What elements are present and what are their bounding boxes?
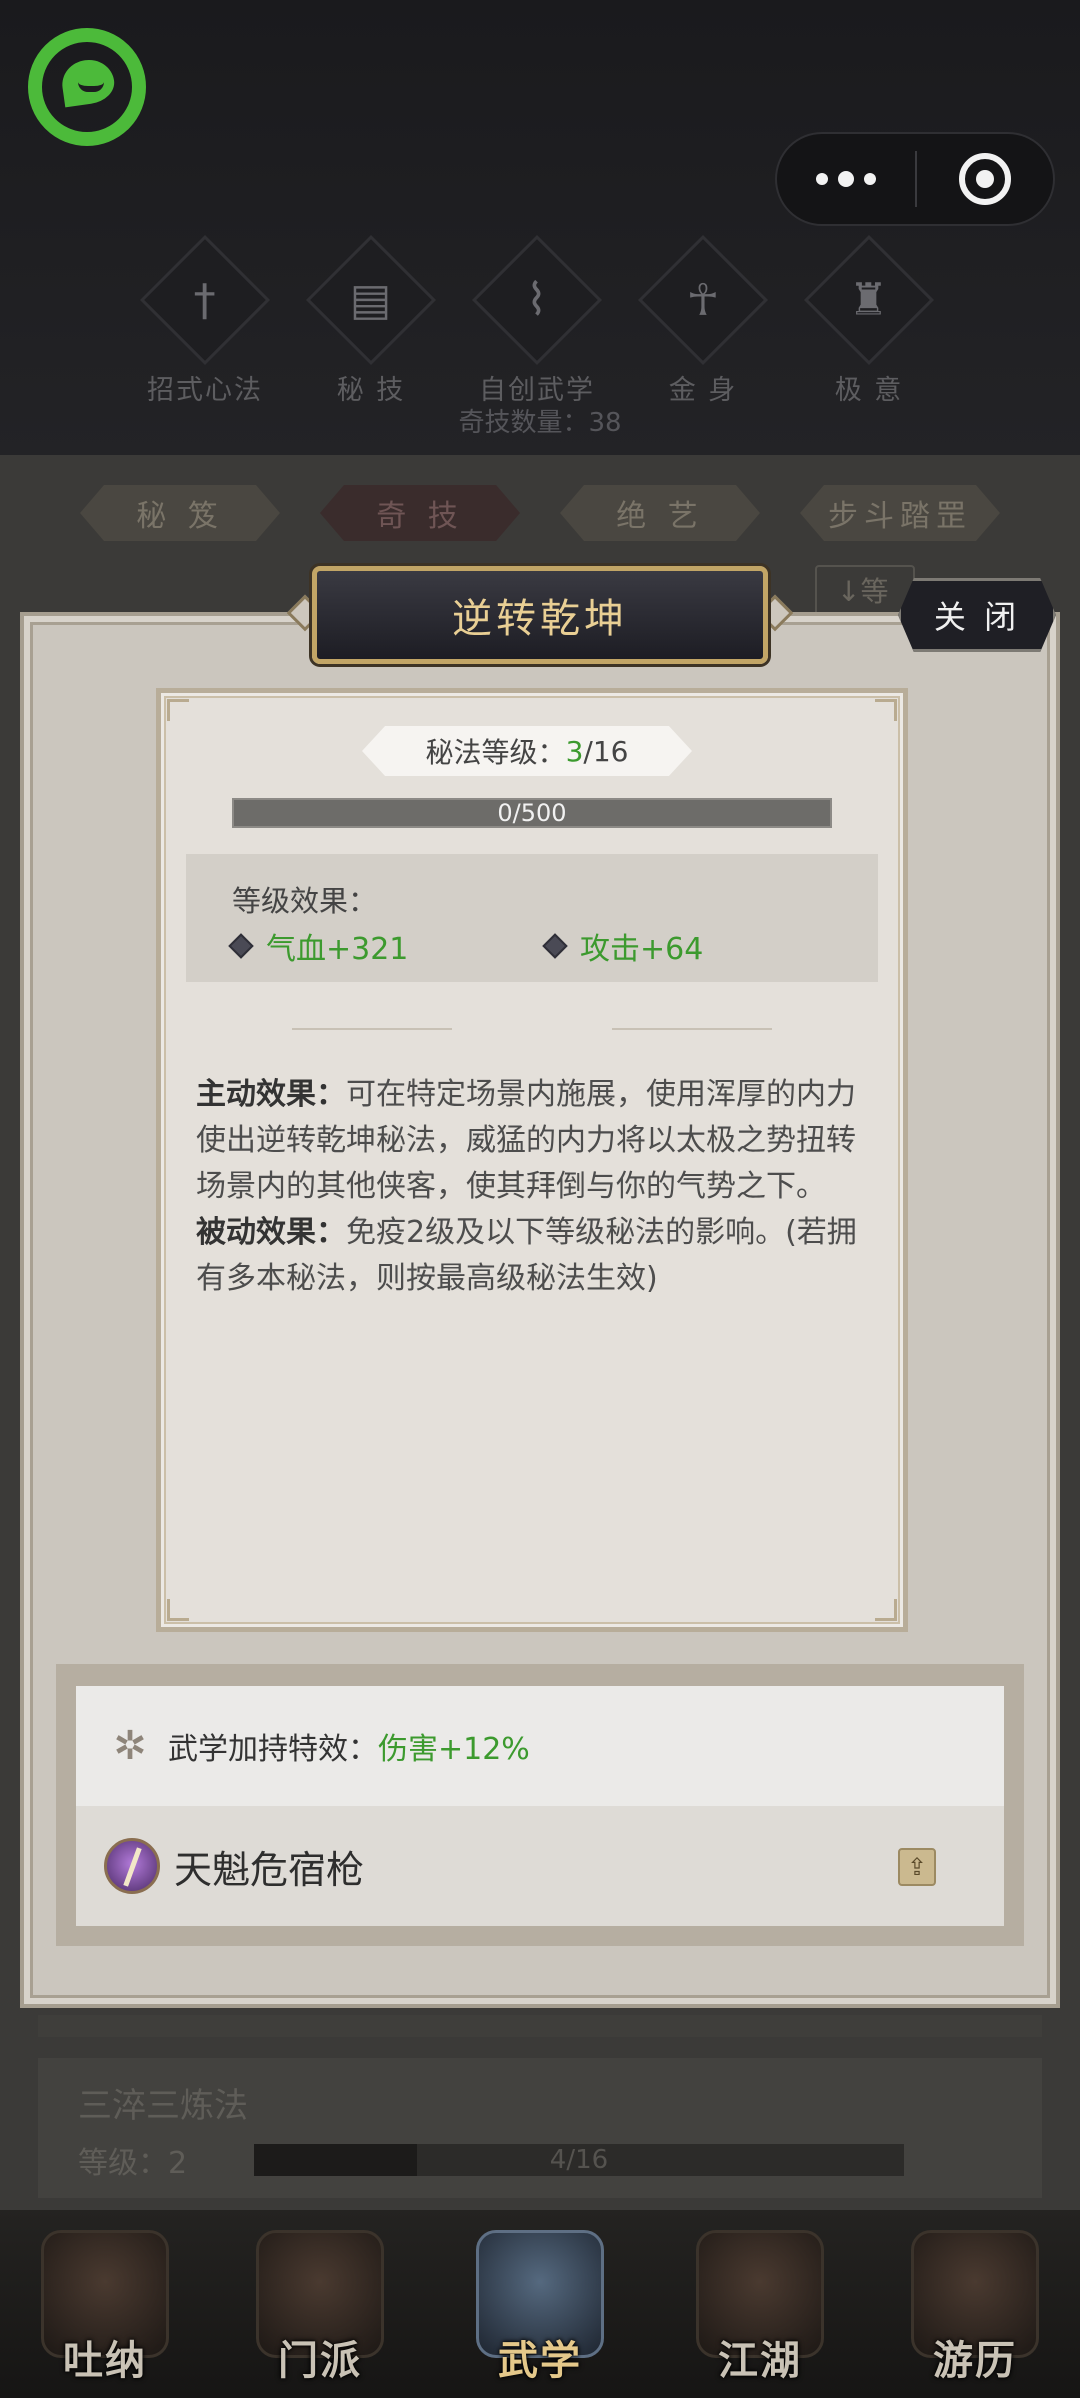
effect-hp: 气血+321 bbox=[228, 924, 409, 968]
category-self-created[interactable]: ⌇ 自创武学 bbox=[471, 234, 603, 407]
tab-unique-art[interactable]: 绝 艺 bbox=[560, 485, 760, 541]
level-label: 秘法等级： bbox=[425, 736, 566, 769]
martial-bonus: ✲ 武学加持特效： 伤害+12% bbox=[76, 1686, 1004, 1806]
active-effect: 主动效果：可在特定场景内施展，使用浑厚的内力使出逆转乾坤秘法，威猛的内力将以太极… bbox=[196, 1072, 868, 1210]
top-area: † 招式心法 ▤ 秘 技 ⌇ 自创武学 ☥ 金 身 ♜ 极 意 奇技数量：38 bbox=[0, 0, 1080, 455]
divider-ornament bbox=[292, 1022, 452, 1030]
spear-icon bbox=[104, 1838, 160, 1894]
effect-value: 攻击+64 bbox=[580, 932, 704, 967]
level-current: 3 bbox=[565, 734, 584, 768]
weapon-row[interactable]: 天魁危宿枪 ⇪ bbox=[76, 1806, 1004, 1926]
corner-ornament bbox=[167, 1599, 189, 1621]
category-ultimate[interactable]: ♜ 极 意 bbox=[803, 234, 935, 407]
exp-text: 0/500 bbox=[497, 799, 567, 827]
exp-progress-bar: 0/500 bbox=[232, 798, 832, 828]
bonus-value: 伤害+12% bbox=[378, 1732, 530, 1767]
bottom-nav: 吐纳 门派 武学 江湖 游历 bbox=[0, 2210, 1080, 2398]
category-secret[interactable]: ▤ 秘 技 bbox=[305, 234, 437, 407]
corner-ornament bbox=[167, 699, 189, 721]
sword-icon: † bbox=[139, 234, 271, 366]
tab-secret-manual[interactable]: 秘 笈 bbox=[80, 485, 280, 541]
martial-stance-icon: ♜ bbox=[803, 234, 935, 366]
list-item-edge bbox=[38, 2015, 1042, 2037]
nav-label: 吐纳 bbox=[63, 2338, 147, 2384]
close-button[interactable]: 关 闭 bbox=[898, 578, 1056, 652]
nav-label: 游历 bbox=[933, 2338, 1017, 2384]
corner-ornament bbox=[875, 1599, 897, 1621]
skill-count: 奇技数量：38 bbox=[458, 408, 622, 438]
category-row: † 招式心法 ▤ 秘 技 ⌇ 自创武学 ☥ 金 身 ♜ 极 意 bbox=[139, 234, 940, 406]
bonus-label: 武学加持特效： bbox=[168, 1732, 378, 1767]
target-icon[interactable] bbox=[917, 153, 1053, 205]
progress-text: 4/16 bbox=[549, 2145, 609, 2175]
scroll-icon: ⌇ bbox=[471, 234, 603, 366]
modal-title: 逆转乾坤 bbox=[312, 566, 768, 664]
secret-level: 秘法等级： 3/16 bbox=[362, 726, 692, 776]
category-moves[interactable]: † 招式心法 bbox=[139, 234, 271, 407]
effect-attack: 攻击+64 bbox=[542, 924, 704, 968]
modal-title-text: 逆转乾坤 bbox=[452, 596, 628, 642]
list-item-level: 等级：2 bbox=[78, 2146, 188, 2181]
chat-bubble-icon[interactable] bbox=[28, 28, 146, 146]
active-effect-label: 主动效果： bbox=[196, 1077, 346, 1112]
skill-description: 主动效果：可在特定场景内施展，使用浑厚的内力使出逆转乾坤秘法，威猛的内力将以太极… bbox=[196, 1072, 868, 1302]
tab-star-steps[interactable]: 步斗踏罡 bbox=[800, 485, 1000, 541]
passive-effect-label: 被动效果： bbox=[196, 1215, 346, 1250]
gear-icon: ✲ bbox=[113, 1723, 147, 1769]
nav-label: 门派 bbox=[278, 2338, 362, 2384]
divider-ornament bbox=[612, 1022, 772, 1030]
weapon-name: 天魁危宿枪 bbox=[174, 1847, 365, 1892]
nav-breathing[interactable]: 吐纳 bbox=[30, 2230, 180, 2390]
effect-value: 气血+321 bbox=[266, 932, 409, 967]
list-item-progress: 4/16 bbox=[254, 2144, 904, 2176]
tab-special-skill[interactable]: 奇 技 bbox=[320, 485, 520, 541]
level-total: /16 bbox=[583, 734, 629, 768]
share-icon[interactable]: ⇪ bbox=[898, 1848, 936, 1886]
gem-icon bbox=[542, 933, 568, 959]
nav-martial-arts[interactable]: 武学 bbox=[465, 2230, 615, 2390]
list-item[interactable]: 三淬三炼法 等级：2 4/16 bbox=[38, 2058, 1042, 2198]
more-dots-icon[interactable] bbox=[777, 134, 915, 224]
nav-sect[interactable]: 门派 bbox=[245, 2230, 395, 2390]
nav-jianghu[interactable]: 江湖 bbox=[685, 2230, 835, 2390]
nav-label: 江湖 bbox=[718, 2338, 802, 2384]
nav-travel[interactable]: 游历 bbox=[900, 2230, 1050, 2390]
corner-ornament bbox=[875, 699, 897, 721]
meditate-icon: ☥ bbox=[637, 234, 769, 366]
level-effects: 等级效果： 气血+321 攻击+64 bbox=[186, 854, 878, 982]
effects-header: 等级效果： bbox=[232, 884, 378, 918]
mini-program-capsule bbox=[775, 132, 1055, 226]
gem-icon bbox=[228, 933, 254, 959]
nav-label: 武学 bbox=[498, 2338, 582, 2384]
list-item-name: 三淬三炼法 bbox=[78, 2086, 248, 2126]
category-golden-body[interactable]: ☥ 金 身 bbox=[637, 234, 769, 407]
passive-effect: 被动效果：免疫2级及以下等级秘法的影响。(若拥有多本秘法，则按最高级秘法生效) bbox=[196, 1210, 868, 1302]
book-icon: ▤ bbox=[305, 234, 437, 366]
sub-tabs: 秘 笈 奇 技 绝 艺 步斗踏罡 bbox=[80, 485, 1000, 543]
